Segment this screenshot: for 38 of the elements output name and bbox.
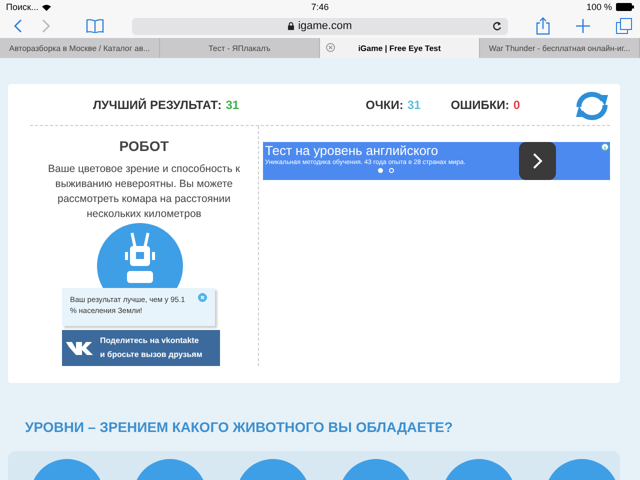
errors-value: 0 xyxy=(513,98,520,112)
chevron-left-icon xyxy=(14,19,22,33)
best-score-value: 31 xyxy=(226,98,240,112)
carrier-text: Поиск... xyxy=(6,2,38,12)
clock-text: 7:46 xyxy=(311,2,329,12)
result-description: Ваше цветовое зрение и способность к выживанию невероятны. Вы можете рассмотреть комара на расстоянии нескольких километров xyxy=(47,162,241,222)
levels-heading: УРОВНИ – ЗРЕНИЕМ КАКОГО ЖИВОТНОГО ВЫ ОБЛАДАЕТЕ? xyxy=(25,419,454,435)
lock-icon xyxy=(288,22,294,30)
browser-tab[interactable]: iGame | Free Eye Test xyxy=(320,38,480,58)
tabs-icon[interactable] xyxy=(616,18,632,34)
browser-tab[interactable]: War Thunder - бесплатная онлайн-иг... xyxy=(480,38,640,58)
best-score-label: ЛУЧШИЙ РЕЗУЛЬТАТ: xyxy=(93,98,222,112)
url-text: igame.com xyxy=(298,20,352,32)
close-icon[interactable] xyxy=(326,43,335,52)
points-label: ОЧКИ: xyxy=(366,98,404,112)
chevron-icon xyxy=(532,153,542,169)
info-icon[interactable] xyxy=(601,143,609,151)
wifi-icon xyxy=(42,4,52,10)
refresh-icon[interactable] xyxy=(574,90,610,122)
carousel-dot[interactable] xyxy=(389,168,394,173)
browser-tab[interactable]: Авторазборка в Москве / Каталог ав... xyxy=(0,38,160,58)
reload-icon[interactable] xyxy=(492,20,502,30)
address-bar[interactable]: igame.com xyxy=(132,18,508,34)
errors-label: ОШИБКИ: xyxy=(450,98,510,112)
ad-title: Тест на уровень английского xyxy=(265,142,438,159)
vk-share-button[interactable]: Поделитесь на vkontakte и бросьте вызов друзьям xyxy=(62,330,220,366)
plus-icon[interactable] xyxy=(576,19,590,33)
battery-icon xyxy=(616,3,634,11)
close-icon[interactable] xyxy=(198,293,207,302)
share-icon[interactable] xyxy=(536,17,550,35)
book-icon[interactable] xyxy=(86,19,104,33)
result-title: РОБОТ xyxy=(118,138,170,154)
carousel-dot[interactable] xyxy=(378,168,383,173)
chevron-right-icon xyxy=(42,19,50,33)
ad-next-button[interactable] xyxy=(519,142,556,180)
points-value: 31 xyxy=(407,98,421,112)
vk-logo-icon xyxy=(66,341,94,355)
battery-text: 100 % xyxy=(586,2,612,12)
